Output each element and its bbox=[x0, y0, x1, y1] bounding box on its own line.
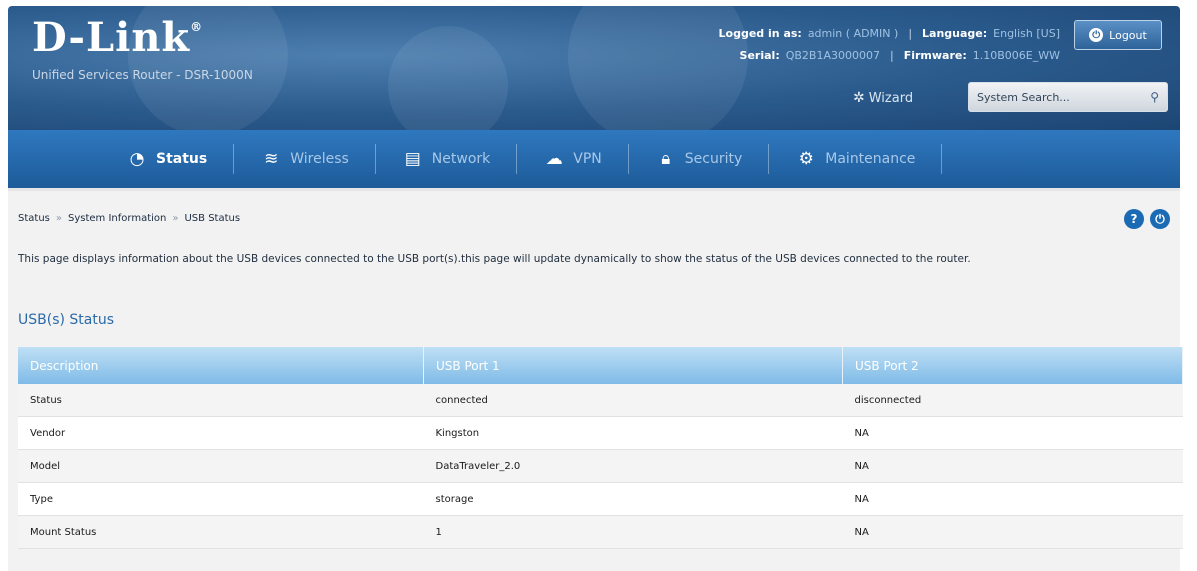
wizard-label: Wizard bbox=[868, 90, 914, 106]
nav-label: Network bbox=[431, 151, 491, 167]
table-cell: Status bbox=[18, 384, 424, 417]
page-actions: ? ⏻ bbox=[1124, 209, 1170, 229]
logged-in-label: Logged in as: bbox=[718, 26, 802, 40]
table-cell: Model bbox=[18, 449, 424, 483]
nav-item-wireless[interactable]: ≋ Wireless bbox=[234, 130, 375, 188]
cloud-lock-icon: ☁ bbox=[545, 149, 563, 169]
language-value[interactable]: English [US] bbox=[993, 27, 1060, 40]
table-row: Model DataTraveler_2.0 NA bbox=[18, 449, 1183, 483]
nav-divider bbox=[941, 144, 943, 174]
nav-item-network[interactable]: ▤ Network bbox=[376, 130, 516, 188]
power-icon: ⏻ bbox=[1089, 28, 1104, 42]
table-row: Vendor Kingston NA bbox=[18, 416, 1183, 450]
brand-logo: D-Link® bbox=[32, 14, 204, 61]
serial-label: Serial: bbox=[739, 48, 780, 62]
table-row: Status connected disconnected bbox=[18, 384, 1183, 417]
nav-item-vpn[interactable]: ☁ VPN bbox=[517, 130, 628, 188]
header: D-Link® Unified Services Router - DSR-10… bbox=[8, 6, 1180, 130]
table-cell: NA bbox=[842, 416, 1183, 450]
breadcrumb-separator: » bbox=[55, 213, 62, 224]
session-info: Logged in as: admin ( ADMIN ) | Language… bbox=[718, 26, 1060, 62]
lock-icon: 🔒︎ bbox=[661, 149, 671, 169]
system-search-input[interactable]: System Search... ⚲ bbox=[968, 82, 1168, 112]
firmware-value: 1.10B006E_WW bbox=[972, 48, 1060, 62]
breadcrumb-separator: » bbox=[172, 213, 179, 224]
table-header-row: Description USB Port 1 USB Port 2 bbox=[18, 347, 1183, 384]
main-nav: ◔ Status ≋ Wireless ▤ Network ☁ VPN 🔒︎ S… bbox=[8, 130, 1180, 188]
table-cell: Type bbox=[18, 482, 424, 516]
decor-bubble bbox=[388, 26, 508, 130]
page-description: This page displays information about the… bbox=[18, 253, 971, 265]
serial-value: QB2B1A3000007 bbox=[785, 48, 880, 62]
section-title: USB(s) Status bbox=[18, 312, 115, 328]
table-cell: disconnected bbox=[842, 384, 1183, 417]
table-cell: Kingston bbox=[423, 416, 843, 450]
column-header: USB Port 1 bbox=[423, 347, 843, 384]
wand-icon: ✲ bbox=[853, 90, 865, 106]
search-icon[interactable]: ⚲ bbox=[1150, 90, 1159, 104]
nav-label: Wireless bbox=[290, 151, 349, 167]
table-row: Type storage NA bbox=[18, 482, 1183, 516]
column-header: USB Port 2 bbox=[842, 347, 1183, 384]
nav-label: Status bbox=[156, 151, 208, 167]
table-cell: NA bbox=[842, 482, 1183, 516]
app: D-Link® Unified Services Router - DSR-10… bbox=[0, 0, 1197, 571]
usb-status-table: Description USB Port 1 USB Port 2 Status… bbox=[18, 347, 1183, 549]
table-cell: storage bbox=[423, 482, 843, 516]
table-row: Mount Status 1 NA bbox=[18, 515, 1183, 549]
logout-button[interactable]: ⏻ Logout bbox=[1074, 20, 1162, 50]
breadcrumb-item[interactable]: Status bbox=[18, 213, 50, 224]
product-subtitle: Unified Services Router - DSR-1000N bbox=[32, 68, 253, 82]
main-content: Status » System Information » USB Status… bbox=[8, 191, 1183, 571]
brand-name: D-Link bbox=[32, 14, 191, 61]
table-cell: DataTraveler_2.0 bbox=[423, 449, 843, 483]
help-icon[interactable]: ? bbox=[1124, 209, 1144, 229]
nav-item-status[interactable]: ◔ Status bbox=[100, 130, 233, 188]
network-icon: ▤ bbox=[404, 149, 421, 169]
logout-label: Logout bbox=[1109, 28, 1147, 42]
table-cell: connected bbox=[423, 384, 843, 417]
gear-icon: ⚙ bbox=[798, 149, 814, 169]
logged-in-value: admin ( ADMIN ) bbox=[807, 26, 899, 40]
column-header: Description bbox=[18, 347, 424, 384]
breadcrumb-item[interactable]: System Information bbox=[68, 213, 166, 224]
power-icon[interactable]: ⏻ bbox=[1150, 209, 1170, 229]
table-cell: NA bbox=[842, 515, 1183, 549]
nav-label: Maintenance bbox=[825, 151, 916, 167]
nav-item-maintenance[interactable]: ⚙ Maintenance bbox=[769, 130, 941, 188]
wizard-link[interactable]: ✲ Wizard bbox=[853, 90, 913, 106]
language-label: Language: bbox=[922, 26, 988, 40]
table-cell: NA bbox=[842, 449, 1183, 483]
table-cell: Mount Status bbox=[18, 515, 424, 549]
nav-label: Security bbox=[684, 151, 743, 167]
nav-label: VPN bbox=[573, 151, 602, 167]
table-cell: Vendor bbox=[18, 416, 424, 450]
wifi-icon: ≋ bbox=[264, 149, 279, 169]
search-placeholder: System Search... bbox=[977, 90, 1070, 104]
firmware-label: Firmware: bbox=[903, 48, 967, 62]
gauge-icon: ◔ bbox=[129, 149, 145, 169]
breadcrumb-item: USB Status bbox=[184, 213, 241, 224]
nav-item-security[interactable]: 🔒︎ Security bbox=[629, 130, 769, 188]
table-cell: 1 bbox=[423, 515, 843, 549]
breadcrumb: Status » System Information » USB Status bbox=[18, 213, 240, 224]
